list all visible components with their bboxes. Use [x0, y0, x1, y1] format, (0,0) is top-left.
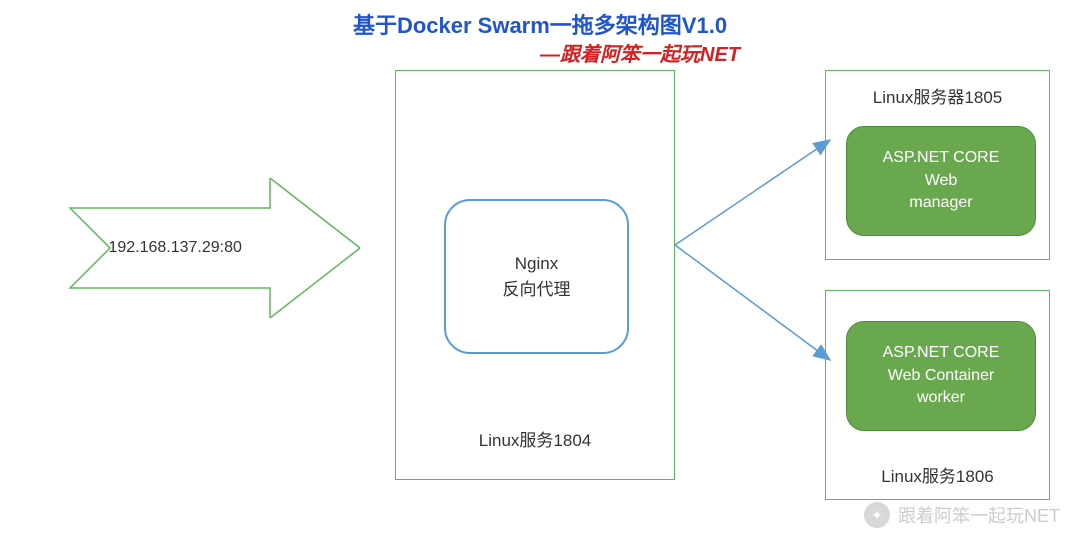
diagram-title: 基于Docker Swarm一拖多架构图V1.0 [353, 8, 727, 40]
diagram-subtitle: —跟着阿笨一起玩NET [540, 38, 740, 67]
center-caption: Linux服务1804 [396, 426, 674, 451]
nginx-title: Nginx [515, 251, 558, 277]
aspnet-manager-box: ASP.NET CORE Web manager [846, 126, 1036, 236]
watermark: ✦ 跟着阿笨一起玩NET [864, 502, 1060, 528]
wechat-icon: ✦ [864, 502, 890, 528]
right1-caption: Linux服务器1805 [826, 83, 1049, 108]
entry-ip-label: 192.168.137.29:80 [108, 239, 241, 257]
right1-app-line1: ASP.NET CORE [883, 147, 1000, 169]
nginx-subtitle: 反向代理 [503, 277, 571, 303]
center-server-box: Nginx 反向代理 Linux服务1804 [395, 70, 675, 480]
connector-arrows [670, 70, 840, 410]
right1-app-line3: manager [909, 192, 972, 214]
watermark-text: 跟着阿笨一起玩NET [898, 502, 1060, 528]
right2-caption: Linux服务1806 [826, 462, 1049, 487]
right1-app-line2: Web [925, 170, 958, 192]
entry-arrow: 192.168.137.29:80 [30, 178, 360, 318]
right2-app-line2: Web Container [888, 365, 994, 387]
right-server-2-box: ASP.NET CORE Web Container worker Linux服… [825, 290, 1050, 500]
right-server-1-box: Linux服务器1805 ASP.NET CORE Web manager [825, 70, 1050, 260]
right2-app-line1: ASP.NET CORE [883, 342, 1000, 364]
aspnet-worker-box: ASP.NET CORE Web Container worker [846, 321, 1036, 431]
nginx-box: Nginx 反向代理 [444, 199, 629, 354]
right2-app-line3: worker [917, 387, 965, 409]
